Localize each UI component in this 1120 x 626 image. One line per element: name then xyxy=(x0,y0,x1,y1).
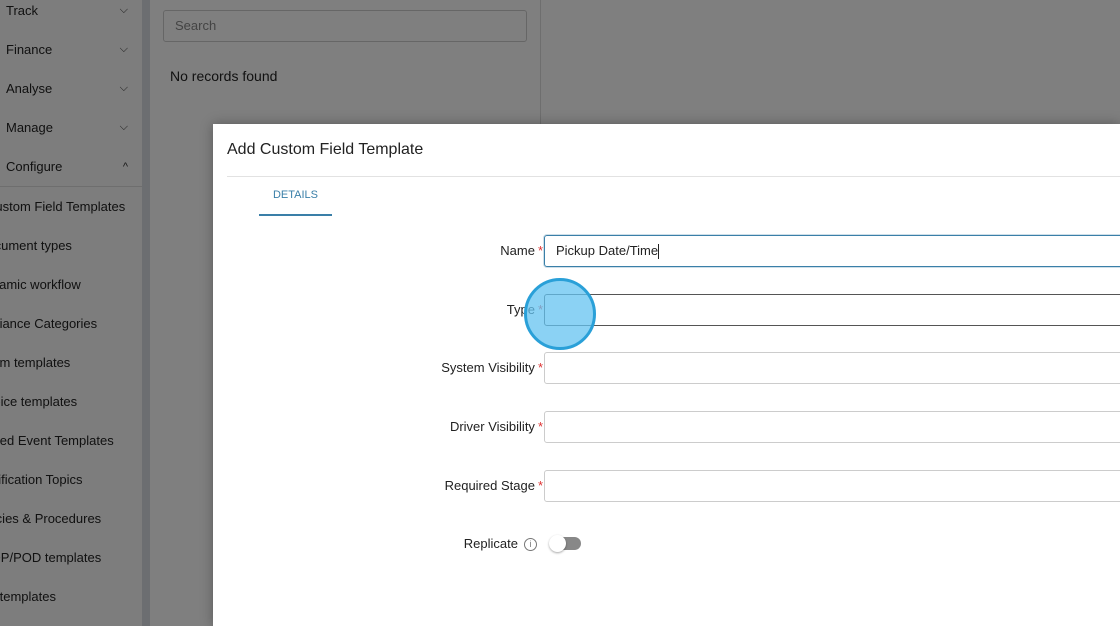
required-stage-row: Required Stage * xyxy=(213,470,1120,502)
click-indicator xyxy=(524,278,596,350)
required-stage-select[interactable] xyxy=(544,470,1120,502)
type-select[interactable] xyxy=(544,294,1120,326)
name-row: Name * Pickup Date/Time xyxy=(213,235,1120,267)
dialog-title: Add Custom Field Template xyxy=(227,141,424,158)
system-visibility-row: System Visibility * xyxy=(213,352,1120,384)
driver-visibility-label: Driver Visibility * xyxy=(450,411,543,443)
driver-visibility-select[interactable] xyxy=(544,411,1120,443)
replicate-row: Replicate i xyxy=(213,528,1120,560)
label-text: Replicate xyxy=(463,536,518,551)
name-label: Name * xyxy=(500,235,543,267)
driver-visibility-row: Driver Visibility * xyxy=(213,411,1120,443)
required-stage-label: Required Stage * xyxy=(445,470,543,502)
label-text: System Visibility xyxy=(441,360,535,375)
divider xyxy=(227,176,1120,177)
text-cursor xyxy=(658,244,660,260)
label-text: Driver Visibility xyxy=(449,419,535,434)
tab-details[interactable]: DETAILS xyxy=(259,180,332,216)
label-text: Name xyxy=(500,243,535,258)
required-mark: * xyxy=(537,360,543,375)
add-custom-field-template-dialog: Add Custom Field Template DETAILS Name * … xyxy=(213,124,1120,626)
name-input[interactable]: Pickup Date/Time xyxy=(544,235,1120,267)
input-value: Pickup Date/Time xyxy=(556,243,659,258)
label-text: Required Stage xyxy=(444,478,535,493)
replicate-toggle[interactable] xyxy=(549,535,581,552)
required-mark: * xyxy=(537,478,543,493)
system-visibility-select[interactable] xyxy=(544,352,1120,384)
system-visibility-label: System Visibility * xyxy=(441,352,543,384)
toggle-knob xyxy=(549,535,566,552)
required-mark: * xyxy=(537,243,543,258)
info-icon[interactable]: i xyxy=(524,538,537,552)
required-mark: * xyxy=(537,419,543,434)
type-row: Type* xyxy=(213,294,1120,326)
replicate-label: Replicate i xyxy=(464,528,537,560)
